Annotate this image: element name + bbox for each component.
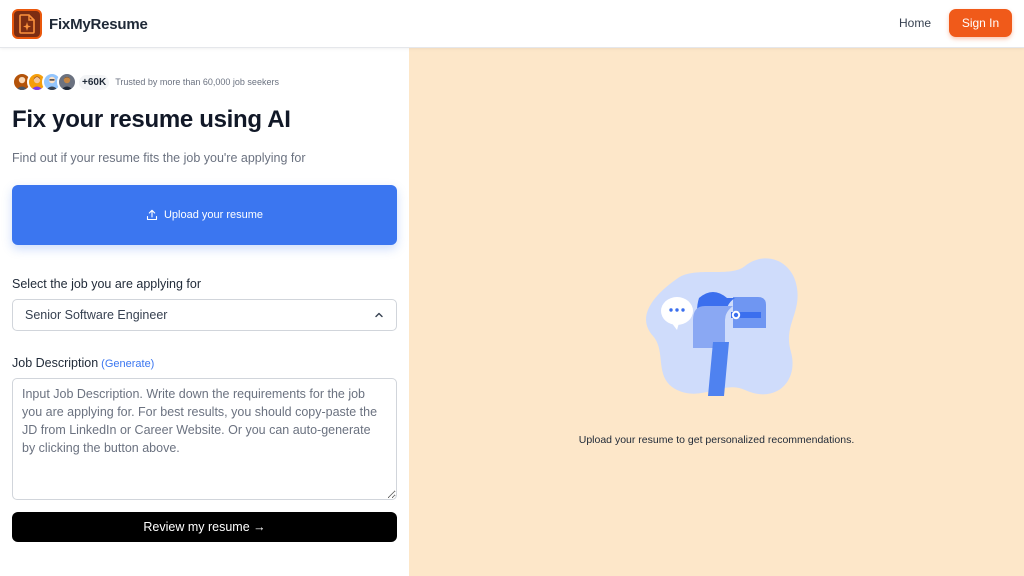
avatar <box>57 72 77 92</box>
review-resume-button[interactable]: Review my resume → <box>12 512 397 542</box>
job-description-label-row: Job Description (Generate) <box>12 356 154 370</box>
recommendations-caption: Upload your resume to get personalized r… <box>578 434 855 446</box>
document-sparkle-icon <box>12 9 42 39</box>
brand-logo[interactable]: FixMyResume <box>12 9 148 39</box>
trust-text: Trusted by more than 60,000 job seekers <box>115 77 279 87</box>
chevron-up-icon <box>375 312 383 318</box>
upload-resume-label: Upload your resume <box>163 209 264 221</box>
avatar-group <box>12 72 77 92</box>
mailbox-illustration <box>646 258 798 396</box>
brand-name: FixMyResume <box>49 15 148 33</box>
nav-home-link[interactable]: Home <box>899 16 931 30</box>
recommendations-panel: Upload your resume to get personalized r… <box>409 48 1024 576</box>
upload-resume-button[interactable]: Upload your resume <box>12 185 397 245</box>
resume-form-panel: +60K Trusted by more than 60,000 job see… <box>0 48 409 576</box>
job-select[interactable]: Senior Software Engineer <box>12 299 397 331</box>
sign-in-button[interactable]: Sign In <box>949 9 1012 37</box>
user-count-badge: +60K <box>79 74 110 90</box>
job-description-label: Job Description <box>12 356 99 370</box>
page-title: Fix your resume using AI <box>12 106 291 133</box>
social-proof: +60K Trusted by more than 60,000 job see… <box>12 72 279 92</box>
upload-icon <box>146 209 158 221</box>
generate-description-link[interactable]: (Generate) <box>101 358 154 370</box>
top-navbar: FixMyResume Home Sign In <box>0 0 1024 48</box>
job-select-label: Select the job you are applying for <box>12 277 202 291</box>
job-description-textarea[interactable] <box>12 378 397 500</box>
job-select-value: Senior Software Engineer <box>25 308 168 322</box>
page-subtitle: Find out if your resume fits the job you… <box>12 151 306 165</box>
